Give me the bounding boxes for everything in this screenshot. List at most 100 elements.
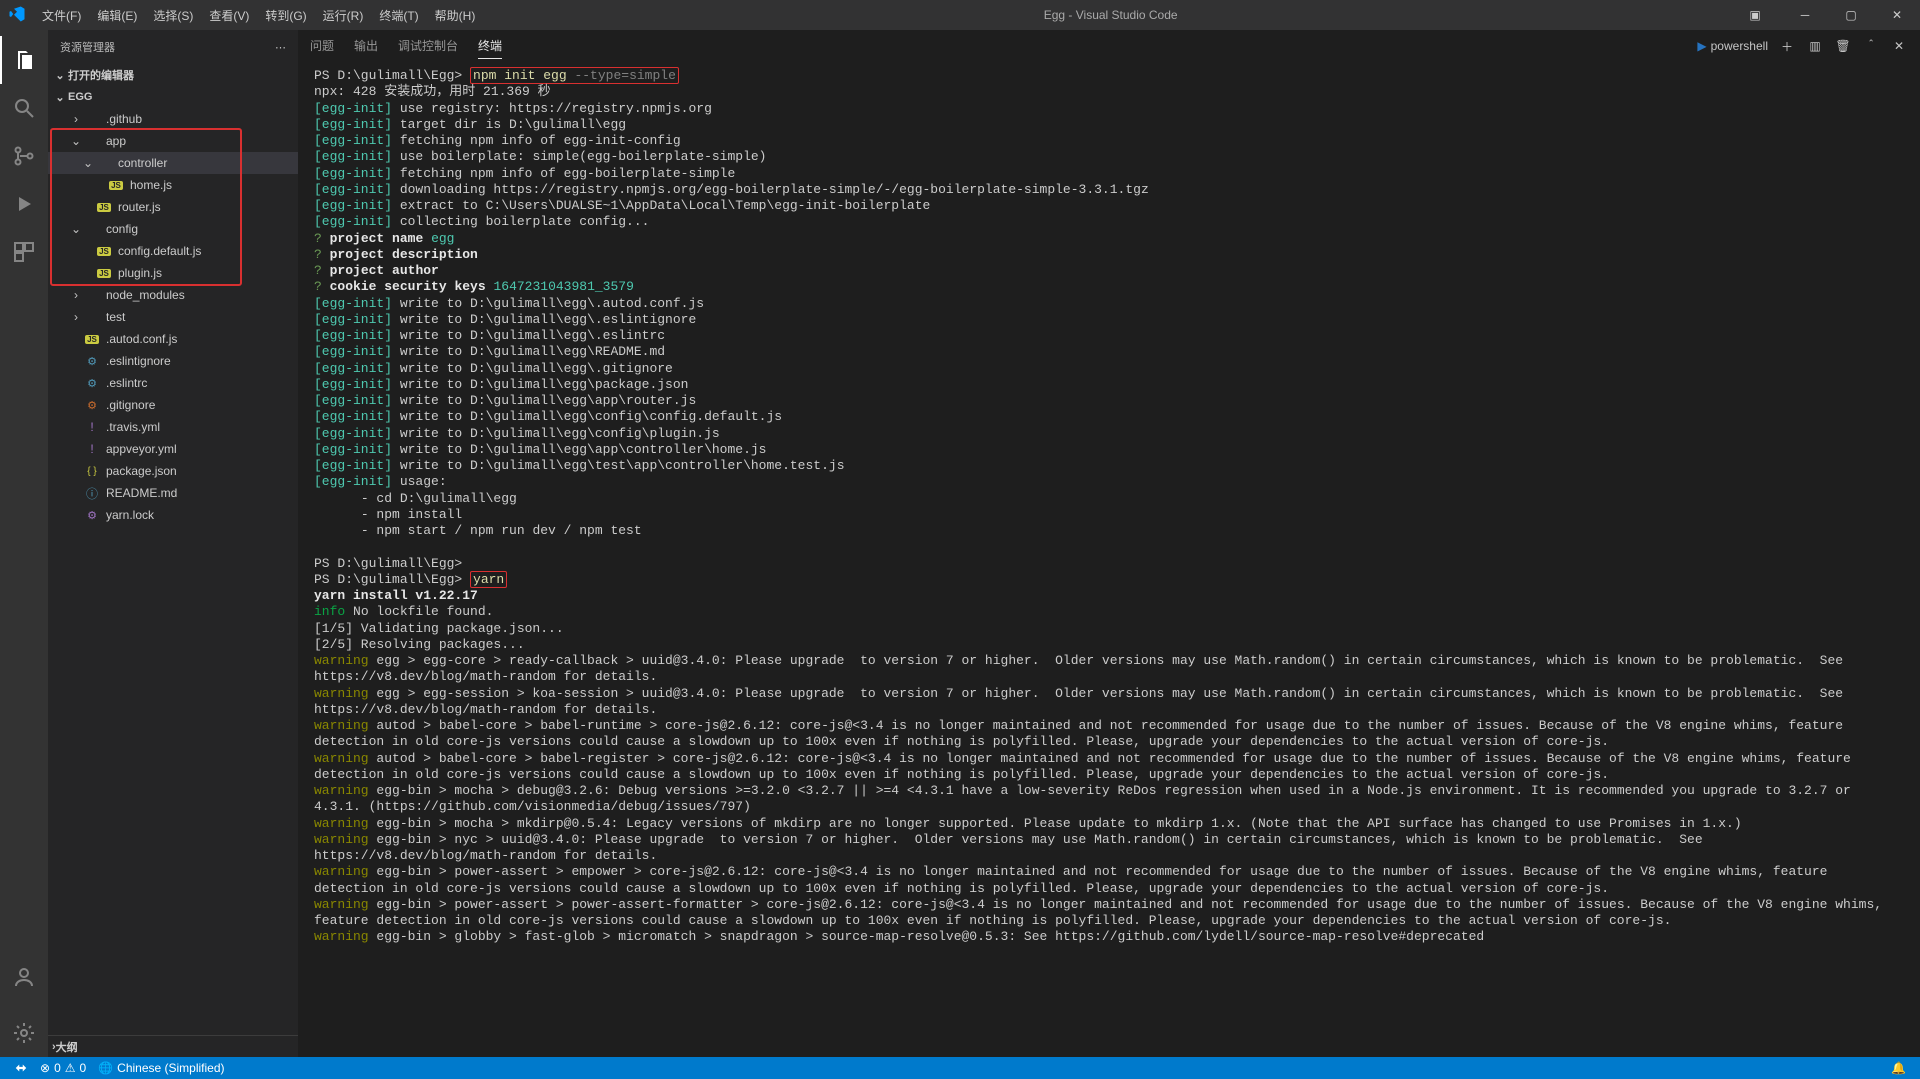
terminal-kind-dropdown[interactable]: ▶ powershell <box>1697 39 1768 53</box>
close-button[interactable]: ✕ <box>1874 0 1920 30</box>
workspace-root-section[interactable]: ⌄ EGG <box>48 86 298 108</box>
terminal-kind-label: powershell <box>1711 39 1768 53</box>
workspace-root-label: EGG <box>68 91 92 103</box>
info-icon: ⓘ <box>84 485 100 502</box>
activity-accounts[interactable] <box>0 953 48 1001</box>
open-editors-section[interactable]: ⌄ 打开的编辑器 <box>48 64 298 86</box>
activity-bar <box>0 30 48 1057</box>
file-tree: ›.github⌄app⌄controllerJShome.jsJSrouter… <box>48 108 298 526</box>
tree-label: node_modules <box>106 288 185 302</box>
config-icon: ⚙ <box>84 377 100 390</box>
activity-extensions[interactable] <box>0 228 48 276</box>
menu-运行(R)[interactable]: 运行(R) <box>315 0 372 30</box>
vscode-icon <box>0 5 34 26</box>
language-status[interactable]: 🌐Chinese (Simplified) <box>92 1061 230 1075</box>
tree-label: config.default.js <box>118 244 201 258</box>
chevron-right-icon: › <box>68 112 84 126</box>
menu-查看(V)[interactable]: 查看(V) <box>201 0 257 30</box>
config-icon: ⚙ <box>84 399 100 412</box>
maximize-panel-icon[interactable]: ＾ <box>1862 37 1880 55</box>
folder-config[interactable]: ⌄config <box>48 218 298 240</box>
outline-section[interactable]: › 大纲 <box>48 1035 298 1057</box>
maximize-button[interactable]: ▢ <box>1828 0 1874 30</box>
file-.travis.yml[interactable]: !.travis.yml <box>48 416 298 438</box>
activity-settings[interactable] <box>0 1009 48 1057</box>
minimize-button[interactable]: ─ <box>1782 0 1828 30</box>
tree-label: .github <box>106 112 142 126</box>
file-plugin.js[interactable]: JS plugin.js <box>48 262 298 284</box>
tree-label: config <box>106 222 138 236</box>
chevron-down-icon: ⌄ <box>52 91 68 104</box>
menu-转到(G)[interactable]: 转到(G) <box>257 0 314 30</box>
file-appveyor.yml[interactable]: ! appveyor.yml <box>48 438 298 460</box>
chevron-down-icon: ⌄ <box>80 156 96 170</box>
folder-.github[interactable]: › .github <box>48 108 298 130</box>
problems-status[interactable]: ⊗0 ⚠0 <box>34 1061 92 1075</box>
explorer-more[interactable]: ⋯ <box>275 41 286 54</box>
window-title: Egg - Visual Studio Code <box>483 8 1738 22</box>
panel-tab-终端[interactable]: 终端 <box>478 33 502 59</box>
panel-tab-问题[interactable]: 问题 <box>310 33 334 59</box>
file-yarn.lock[interactable]: ⚙yarn.lock <box>48 504 298 526</box>
terminal-output[interactable]: PS D:\gulimall\Egg> npm init egg --type=… <box>298 62 1920 1057</box>
json-icon: { } <box>84 466 100 477</box>
folder-node_modules[interactable]: ›node_modules <box>48 284 298 306</box>
file-.autod.conf.js[interactable]: JS.autod.conf.js <box>48 328 298 350</box>
activity-run-debug[interactable] <box>0 180 48 228</box>
panel-tab-输出[interactable]: 输出 <box>354 33 378 59</box>
yaml-icon: ! <box>84 442 100 456</box>
panel-tabs: 问题输出调试控制台终端 ▶ powershell ＋ ▥ 🗑 ＾ ✕ <box>298 30 1920 62</box>
file-.eslintrc[interactable]: ⚙ .eslintrc <box>48 372 298 394</box>
tree-label: package.json <box>106 464 177 478</box>
menu-终端(T)[interactable]: 终端(T) <box>371 0 426 30</box>
activity-explorer[interactable] <box>0 36 48 84</box>
folder-app[interactable]: ⌄app <box>48 130 298 152</box>
tree-label: router.js <box>118 200 161 214</box>
editor-area: 问题输出调试控制台终端 ▶ powershell ＋ ▥ 🗑 ＾ ✕ PS D:… <box>298 30 1920 1057</box>
menu-文件(F)[interactable]: 文件(F) <box>34 0 89 30</box>
outline-title: 大纲 <box>56 1039 78 1055</box>
file-.gitignore[interactable]: ⚙.gitignore <box>48 394 298 416</box>
tree-label: .eslintrc <box>106 376 147 390</box>
kill-terminal-icon[interactable]: 🗑 <box>1834 37 1852 55</box>
tree-label: test <box>106 310 125 324</box>
tree-label: controller <box>118 156 167 170</box>
js-icon: JS <box>96 247 112 256</box>
js-icon: JS <box>96 269 112 278</box>
yaml-icon: ! <box>84 420 100 434</box>
activity-search[interactable] <box>0 84 48 132</box>
menu-选择(S)[interactable]: 选择(S) <box>145 0 201 30</box>
file-README.md[interactable]: ⓘ README.md <box>48 482 298 504</box>
explorer-sidebar: 资源管理器 ⋯ ⌄ 打开的编辑器 ⌄ EGG ›.github⌄app⌄cont… <box>48 30 298 1057</box>
explorer-header: 资源管理器 ⋯ <box>48 30 298 64</box>
tree-label: .autod.conf.js <box>106 332 177 346</box>
file-router.js[interactable]: JS router.js <box>48 196 298 218</box>
folder-controller[interactable]: ⌄ controller <box>48 152 298 174</box>
file-config.default.js[interactable]: JS config.default.js <box>48 240 298 262</box>
folder-test[interactable]: › test <box>48 306 298 328</box>
menu-编辑(E)[interactable]: 编辑(E) <box>89 0 145 30</box>
chevron-right-icon: › <box>68 310 84 324</box>
config-icon: ⚙ <box>84 509 100 522</box>
file-package.json[interactable]: { } package.json <box>48 460 298 482</box>
notifications-icon[interactable]: 🔔 <box>1885 1061 1912 1075</box>
tree-label: README.md <box>106 486 177 500</box>
layout-customize-icon[interactable]: ▣ <box>1738 0 1772 30</box>
panel-tab-调试控制台[interactable]: 调试控制台 <box>398 33 458 59</box>
title-bar: 文件(F)编辑(E)选择(S)查看(V)转到(G)运行(R)终端(T)帮助(H)… <box>0 0 1920 30</box>
chevron-down-icon: ⌄ <box>68 134 84 148</box>
tree-label: plugin.js <box>118 266 162 280</box>
config-icon: ⚙ <box>84 355 100 368</box>
file-.eslintignore[interactable]: ⚙.eslintignore <box>48 350 298 372</box>
explorer-title: 资源管理器 <box>60 39 115 55</box>
new-terminal-icon[interactable]: ＋ <box>1778 37 1796 55</box>
menu-帮助(H)[interactable]: 帮助(H) <box>427 0 484 30</box>
activity-source-control[interactable] <box>0 132 48 180</box>
tree-label: appveyor.yml <box>106 442 177 456</box>
split-terminal-icon[interactable]: ▥ <box>1806 37 1824 55</box>
file-home.js[interactable]: JShome.js <box>48 174 298 196</box>
close-panel-icon[interactable]: ✕ <box>1890 37 1908 55</box>
remote-indicator[interactable] <box>8 1061 34 1075</box>
js-icon: JS <box>96 203 112 212</box>
chevron-down-icon: ⌄ <box>52 69 68 82</box>
